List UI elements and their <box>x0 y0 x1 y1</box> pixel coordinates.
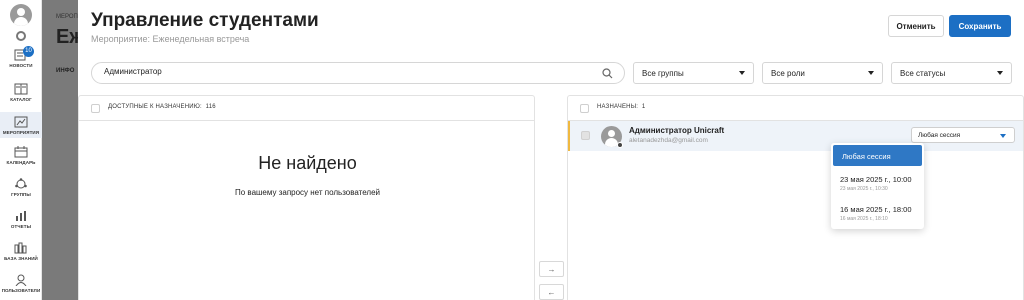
sidebar-item-label: МЕРОПРИЯТИЯ <box>2 130 40 135</box>
session-option-any[interactable]: Любая сессия <box>833 145 922 166</box>
sidebar-item-groups[interactable]: ГРУППЫ <box>0 178 42 202</box>
user-name: Администратор Unicraft <box>629 126 725 135</box>
available-panel: ДОСТУПНЫЕ К НАЗНАЧЕНИЮ: 116 Не найдено П… <box>78 95 535 300</box>
groups-filter-select[interactable]: Все группы <box>633 62 754 84</box>
move-left-button[interactable]: ← <box>539 284 564 300</box>
roles-filter-select[interactable]: Все роли <box>762 62 883 84</box>
app-sidebar: 10 НОВОСТИ КАТАЛОГ МЕРОПРИЯТИЯ КАЛЕНДАРЬ… <box>0 0 42 300</box>
available-panel-header: ДОСТУПНЫЕ К НАЗНАЧЕНИЮ: 116 <box>79 96 534 121</box>
session-option-3[interactable]: 16 мая 2025 г., 18:00 16 мая 2025 г., 18… <box>831 200 924 226</box>
session-option-label: 23 мая 2025 г., 10:00 <box>840 175 912 184</box>
user-row-checkbox[interactable] <box>581 131 590 140</box>
sidebar-item-label: ГРУППЫ <box>11 192 31 197</box>
catalog-icon <box>14 83 28 95</box>
assigned-user-row[interactable]: Администратор Unicraft aletanadezhda@gma… <box>568 121 1023 151</box>
roles-filter-value: Все роли <box>771 69 805 78</box>
background-page-overlay: МЕРОП Еж ИНФО <box>42 0 82 300</box>
statuses-filter-select[interactable]: Все статусы <box>891 62 1012 84</box>
groups-filter-value: Все группы <box>642 69 684 78</box>
calendar-icon <box>14 146 28 158</box>
available-header-text: ДОСТУПНЫЕ К НАЗНАЧЕНИЮ: <box>108 104 202 110</box>
session-option-sublabel: 16 мая 2025 г., 18:10 <box>840 216 888 222</box>
sidebar-item-label: ПОЛЬЗОВАТЕЛИ <box>1 288 41 293</box>
session-select-value: Любая сессия <box>918 132 961 139</box>
search-input[interactable] <box>104 67 584 76</box>
chevron-down-icon <box>739 71 745 75</box>
reports-icon <box>16 211 26 221</box>
user-avatar[interactable] <box>10 4 32 26</box>
session-select[interactable]: Любая сессия <box>911 127 1015 143</box>
select-all-available-checkbox[interactable] <box>91 104 100 113</box>
sidebar-item-reports[interactable]: ОТЧЕТЫ <box>0 210 42 234</box>
sidebar-item-label: ОТЧЕТЫ <box>10 224 32 229</box>
user-email: aletanadezhda@gmail.com <box>629 137 708 144</box>
events-icon <box>14 116 28 128</box>
assigned-header-label: НАЗНАЧЕНЫ: 1 <box>597 104 645 110</box>
session-option-label: Любая сессия <box>842 152 891 161</box>
modal-subtitle: Мероприятие: Еженедельная встреча <box>91 34 250 44</box>
empty-state-title: Не найдено <box>258 153 357 173</box>
sidebar-item-label: КАТАЛОГ <box>10 97 32 102</box>
available-header-label: ДОСТУПНЫЕ К НАЗНАЧЕНИЮ: 116 <box>108 104 216 110</box>
session-option-label: 16 мая 2025 г., 18:00 <box>840 205 912 214</box>
available-count: 116 <box>205 104 216 110</box>
users-icon <box>15 274 27 286</box>
sidebar-item-news[interactable]: 10 НОВОСТИ <box>0 46 42 76</box>
news-badge: 10 <box>23 46 34 57</box>
chevron-down-icon <box>997 71 1003 75</box>
sidebar-item-calendar[interactable]: КАЛЕНДАРЬ <box>0 146 42 170</box>
sidebar-item-catalog[interactable]: КАТАЛОГ <box>0 83 42 107</box>
chevron-down-icon <box>868 71 874 75</box>
sidebar-item-users[interactable]: ПОЛЬЗОВАТЕЛИ <box>0 274 42 298</box>
groups-icon <box>15 178 27 189</box>
status-dot <box>617 142 623 148</box>
sidebar-item-label: БАЗА ЗНАНИЙ <box>4 256 38 261</box>
move-right-button[interactable]: → <box>539 261 564 277</box>
modal-title: Управление студентами <box>91 10 319 31</box>
background-breadcrumb: МЕРОП <box>56 14 78 20</box>
settings-icon[interactable] <box>16 31 26 41</box>
sidebar-item-knowledge-base[interactable]: БАЗА ЗНАНИЙ <box>0 242 42 266</box>
select-all-assigned-checkbox[interactable] <box>580 104 589 113</box>
cancel-button[interactable]: Отменить <box>888 15 944 37</box>
knowledge-base-icon <box>14 242 27 254</box>
sidebar-item-events[interactable]: МЕРОПРИЯТИЯ <box>0 112 42 138</box>
session-dropdown-menu: Любая сессия 23 мая 2025 г., 10:00 23 ма… <box>831 143 924 229</box>
assigned-header-text: НАЗНАЧЕНЫ: <box>597 104 639 110</box>
sidebar-item-label: НОВОСТИ <box>9 63 33 68</box>
assigned-panel-header: НАЗНАЧЕНЫ: 1 <box>568 96 1023 121</box>
statuses-filter-value: Все статусы <box>900 69 946 78</box>
assigned-count: 1 <box>641 104 646 110</box>
search-box <box>91 62 625 84</box>
background-tab: ИНФО <box>56 68 75 74</box>
empty-state-subtitle: По вашему запросу нет пользователей <box>234 188 380 197</box>
sidebar-item-label: КАЛЕНДАРЬ <box>6 160 36 165</box>
save-button[interactable]: Сохранить <box>949 15 1011 37</box>
session-option-sublabel: 23 мая 2025 г., 10:30 <box>840 186 888 192</box>
assigned-panel: НАЗНАЧЕНЫ: 1 Администратор Unicraft alet… <box>567 95 1024 300</box>
session-option-2[interactable]: 23 мая 2025 г., 10:00 23 мая 2025 г., 10… <box>831 170 924 196</box>
search-icon[interactable] <box>602 68 613 79</box>
chevron-down-icon <box>1000 134 1006 138</box>
